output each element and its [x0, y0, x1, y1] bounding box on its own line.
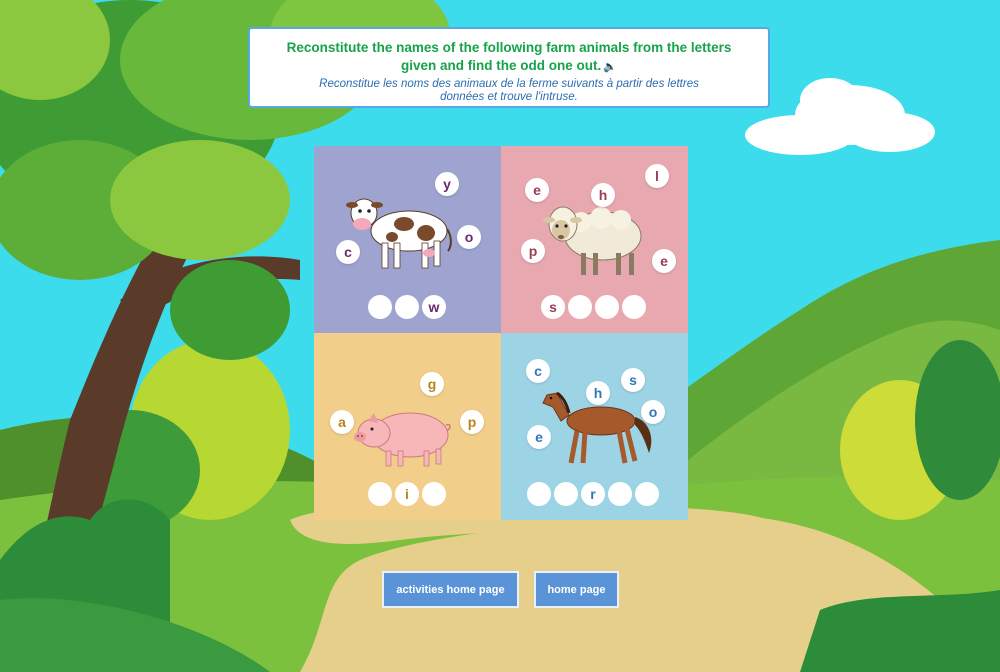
sheep-image	[543, 206, 642, 275]
answer-slot[interactable]	[568, 295, 592, 319]
answer-slot[interactable]	[395, 295, 419, 319]
answer-slot[interactable]	[554, 482, 578, 506]
letter-bubble[interactable]: e	[652, 249, 676, 273]
letter-bubble[interactable]: c	[526, 359, 550, 383]
pig-image	[354, 412, 451, 467]
instruction-english: Reconstitute the names of the following …	[280, 39, 738, 76]
letter-bubble[interactable]: y	[435, 172, 459, 196]
answer-slot[interactable]	[527, 482, 551, 506]
home-page-button[interactable]: home page	[534, 571, 619, 608]
letter-bubble[interactable]: h	[591, 183, 615, 207]
answer-slot[interactable]	[422, 482, 446, 506]
answer-slot[interactable]: w	[422, 295, 446, 319]
activities-home-page-button[interactable]: activities home page	[382, 571, 519, 608]
game-scene: Reconstitute the names of the following …	[0, 0, 1000, 672]
speaker-icon[interactable]: 🔈	[603, 58, 617, 76]
letter-bubble[interactable]: p	[521, 239, 545, 263]
card-horse: c h s o e r	[501, 333, 688, 520]
answer-slot[interactable]	[608, 482, 632, 506]
answer-slot[interactable]	[595, 295, 619, 319]
instruction-french: Reconstitue les noms des animaux de la f…	[319, 78, 699, 103]
letter-bubble[interactable]: e	[527, 425, 551, 449]
letter-bubble[interactable]: s	[621, 368, 645, 392]
instruction-english-text: Reconstitute the names of the following …	[286, 40, 732, 73]
answer-slot[interactable]	[622, 295, 646, 319]
letter-bubble[interactable]: o	[641, 400, 665, 424]
answer-slot[interactable]	[635, 482, 659, 506]
letter-bubble[interactable]: g	[420, 372, 444, 396]
instruction-panel: Reconstitute the names of the following …	[248, 27, 770, 108]
card-sheep: e h l p e s	[501, 146, 688, 333]
answer-slot[interactable]: s	[541, 295, 565, 319]
letter-bubble[interactable]: c	[336, 240, 360, 264]
card-pig: g a p i	[314, 333, 501, 520]
letter-bubble[interactable]: p	[460, 410, 484, 434]
letter-bubble[interactable]: h	[586, 381, 610, 405]
answer-slot[interactable]: r	[581, 482, 605, 506]
card-cow: y c o w	[314, 146, 501, 333]
puzzle-grid: y c o w e h l p e s g a p i c h s o e r	[314, 146, 688, 520]
letter-bubble[interactable]: l	[645, 164, 669, 188]
answer-slot[interactable]	[368, 295, 392, 319]
letter-bubble[interactable]: o	[457, 225, 481, 249]
letter-bubble[interactable]: e	[525, 178, 549, 202]
letter-bubble[interactable]: a	[330, 410, 354, 434]
cow-image	[346, 198, 452, 269]
answer-slot[interactable]: i	[395, 482, 419, 506]
answer-slot[interactable]	[368, 482, 392, 506]
